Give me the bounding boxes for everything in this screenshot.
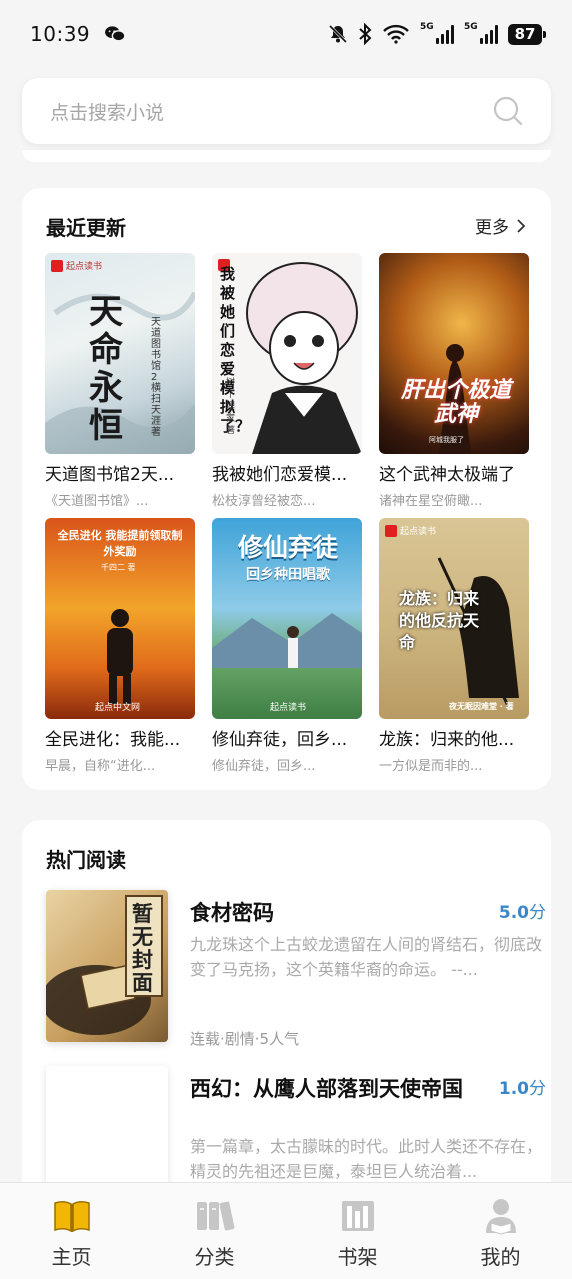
bookshelf-icon[interactable]	[338, 1197, 378, 1235]
hot-reading-card: 热门阅读 暂无封面 食材密码 5.0分 九龙珠这个上古蛟龙遗留在人间的肾结石，彻…	[22, 820, 551, 1240]
search-icon[interactable]	[493, 96, 523, 126]
cover-title: 天命永恒	[89, 292, 123, 446]
book-description: 第一篇章，太古朦昧的时代。此时人类还不存在，精灵的先祖还是巨魔，泰坦巨人统治着.…	[190, 1137, 543, 1181]
book-cover[interactable]: 全民进化 我能提前领取制外奖励 千四二 著 起点中文网	[45, 518, 195, 719]
publisher-badge: 起点读书	[385, 524, 436, 537]
status-time: 10:39	[30, 22, 91, 46]
wifi-icon	[383, 24, 409, 44]
chevron-right-icon[interactable]	[515, 218, 527, 233]
tab-label[interactable]: 分类	[195, 1241, 235, 1270]
cover-author: 树下埋家 著	[226, 378, 236, 436]
book-cover[interactable]: 修仙弃徒 回乡种田唱歌 起点读书	[212, 518, 362, 719]
book-summary: 诸神在星空俯瞰...	[379, 494, 483, 509]
book-cover[interactable]: 起点读书 龙族：归来的他反抗天命 夜无眠因难堂 · 著	[379, 518, 529, 719]
book-summary: 《天道图书馆》...	[45, 494, 149, 509]
signal-icon-2: 5G	[464, 22, 498, 44]
book-open-icon[interactable]	[52, 1197, 92, 1235]
book-score: 1.0分	[498, 1079, 546, 1099]
book-tile[interactable]: 全民进化 我能提前领取制外奖励 千四二 著 起点中文网 全民进化：我能... 早…	[45, 518, 195, 774]
bluetooth-icon	[359, 23, 372, 45]
bottom-tab-bar: 主页 分类 书架 我的	[0, 1182, 572, 1279]
book-summary: 一方似是而非的...	[379, 759, 483, 774]
book-name[interactable]: 西幻：从鹰人部落到天使帝国	[190, 1074, 480, 1104]
cover-title: 暂无封面	[132, 901, 153, 995]
cover-title: 肝出个极道武神	[400, 378, 511, 427]
cover-author: 阿城我服了	[429, 436, 464, 444]
signal-icon: 5G	[420, 22, 454, 44]
book-summary: 松枝淳曾经被恋...	[212, 494, 316, 509]
book-cover[interactable]: 肝出个极道武神 阿城我服了	[379, 253, 529, 454]
book-tile[interactable]: 起点读书 龙族：归来的他反抗天命 夜无眠因难堂 · 著 龙族：归来的他... 一…	[379, 518, 529, 774]
book-title[interactable]: 修仙弃徒，回乡...	[212, 725, 362, 750]
book-meta: 连载·剧情·5人气	[190, 1030, 300, 1048]
signal-tag: 5G	[420, 22, 434, 32]
mute-icon	[328, 24, 348, 44]
search-box[interactable]: 点击搜索小说	[22, 78, 551, 144]
book-summary: 早晨，自称“进化...	[45, 759, 156, 774]
cover-subtitle: 回乡种田唱歌	[246, 567, 330, 583]
collapsed-banner-edge	[22, 150, 551, 162]
book-summary: 修仙弃徒，回乡...	[212, 759, 316, 774]
battery-indicator: 87	[508, 23, 546, 45]
reader-user-icon[interactable]	[481, 1197, 521, 1235]
signal-tag-2: 5G	[464, 22, 478, 32]
tab-label[interactable]: 书架	[338, 1241, 378, 1270]
cover-author: 天道图书馆2 横扫天涯 著	[151, 317, 161, 438]
book-score: 5.0分	[498, 903, 546, 923]
book-title[interactable]: 这个武神太极端了	[379, 460, 529, 485]
cover-author: 千四二 著	[101, 563, 136, 572]
publisher-badge: 起点读书	[270, 703, 307, 713]
publisher-badge: 起点中文网	[95, 703, 141, 713]
recent-updates-title: 最近更新	[46, 216, 126, 240]
book-name[interactable]: 食材密码	[190, 898, 480, 928]
wechat-icon	[105, 26, 126, 42]
tab-label[interactable]: 主页	[52, 1241, 92, 1270]
cover-title: 全民进化 我能提前领取制外奖励	[57, 529, 183, 558]
book-tile[interactable]: 起点读书 天命永恒 天道图书馆2 横扫天涯 著 天道图书馆2天... 《天道图书…	[45, 253, 195, 509]
tab-home[interactable]: 主页	[0, 1183, 143, 1279]
cover-author: 夜无眠因难堂 · 著	[449, 702, 514, 711]
book-title[interactable]: 我被她们恋爱模...	[212, 460, 362, 485]
tab-category[interactable]: 分类	[143, 1183, 286, 1279]
tab-profile[interactable]: 我的	[429, 1183, 572, 1279]
cover-title: 修仙弃徒	[237, 533, 338, 562]
book-tile[interactable]: 我被她们恋爱模拟了？ 树下埋家 著 我被她们恋爱模... 松枝淳曾经被恋...	[212, 253, 362, 509]
tab-label[interactable]: 我的	[481, 1241, 521, 1270]
book-tile[interactable]: 肝出个极道武神 阿城我服了 这个武神太极端了 诸神在星空俯瞰...	[379, 253, 529, 509]
book-title[interactable]: 全民进化：我能...	[45, 725, 195, 750]
more-label[interactable]: 更多	[475, 213, 509, 238]
recent-updates-card: 最近更新 更多 起点读书 天命永恒 天道图书馆2 横扫天涯 著 天道图书馆2天.…	[22, 188, 551, 790]
hot-list-item[interactable]: 暂无封面 食材密码 5.0分 九龙珠这个上古蛟龙遗留在人间的肾结石，彻底改变了马…	[46, 890, 546, 1050]
search-placeholder[interactable]: 点击搜索小说	[50, 98, 164, 125]
book-tile[interactable]: 修仙弃徒 回乡种田唱歌 起点读书 修仙弃徒，回乡... 修仙弃徒，回乡...	[212, 518, 362, 774]
book-cover-placeholder[interactable]	[46, 1066, 168, 1186]
books-stack-icon[interactable]	[195, 1197, 235, 1235]
hot-reading-title: 热门阅读	[46, 848, 126, 872]
book-cover[interactable]: 暂无封面	[46, 890, 168, 1042]
book-description: 九龙珠这个上古蛟龙遗留在人间的肾结石，彻底改变了马克扬，这个英籍华裔的命运。 -…	[190, 935, 543, 979]
book-cover[interactable]: 我被她们恋爱模拟了？ 树下埋家 著	[212, 253, 362, 454]
book-title[interactable]: 天道图书馆2天...	[45, 460, 195, 485]
tab-bookshelf[interactable]: 书架	[286, 1183, 429, 1279]
more-link[interactable]: 更多	[475, 213, 527, 238]
cover-title: 龙族：归来的他反抗天命	[399, 589, 480, 652]
book-cover[interactable]: 起点读书 天命永恒 天道图书馆2 横扫天涯 著	[45, 253, 195, 454]
book-title[interactable]: 龙族：归来的他...	[379, 725, 529, 750]
status-bar: 10:39 5G 5G 87	[0, 0, 572, 68]
